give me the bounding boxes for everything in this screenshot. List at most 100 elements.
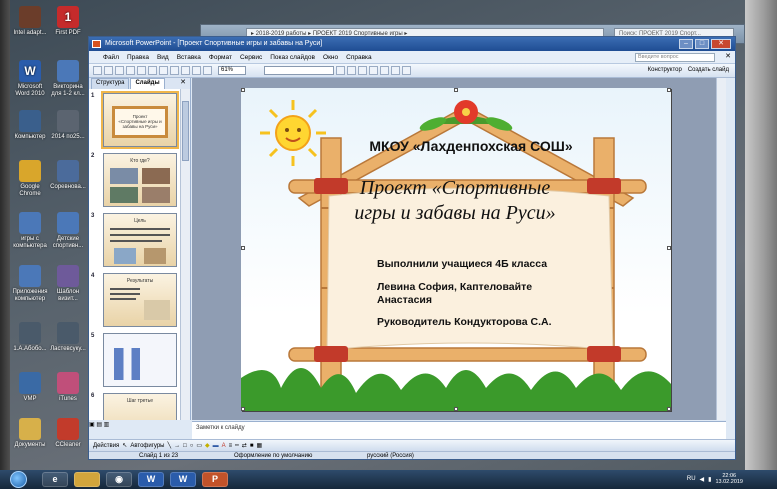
start-button[interactable] (10, 471, 27, 488)
slide-scrollbar[interactable] (716, 78, 726, 420)
pane-close-icon[interactable]: ✕ (180, 78, 186, 86)
menu-tools[interactable]: Сервис (240, 54, 262, 61)
menu-insert[interactable]: Вставка (177, 54, 201, 61)
network-icon[interactable]: ▮ (708, 476, 711, 483)
desktop-icon[interactable]: iTunes (48, 372, 88, 403)
slide-thumbnail[interactable] (103, 333, 177, 387)
print-icon[interactable] (126, 66, 135, 75)
slide-thumbnail[interactable]: Проект «Спортивные игры и забавы на Руси… (101, 91, 179, 149)
desktop-icon[interactable]: CCleaner (48, 418, 88, 449)
desktop-icon[interactable]: W Microsoft Word 2010 (10, 60, 50, 98)
menu-help[interactable]: Справка (346, 54, 372, 61)
autoshapes-menu[interactable]: Автофигуры (130, 443, 164, 449)
window-titlebar[interactable]: Microsoft PowerPoint - [Проект Спортивны… (89, 37, 735, 51)
font-color-icon[interactable]: A (222, 443, 226, 449)
menu-slideshow[interactable]: Показ слайдов (270, 54, 315, 61)
menu-window[interactable]: Окно (323, 54, 338, 61)
thumbnails-scrollbar[interactable] (180, 89, 190, 420)
maximize-button[interactable]: □ (695, 39, 709, 49)
new-slide-button[interactable]: Создать слайд (688, 67, 729, 73)
desktop-icon[interactable]: Ластевсуку... (48, 322, 88, 353)
word-taskbar-icon-2[interactable]: W (170, 472, 196, 487)
arrow-style-icon[interactable]: ⇄ (242, 442, 247, 449)
slide-thumbnail[interactable]: Цель (103, 213, 177, 267)
preview-icon[interactable] (137, 66, 146, 75)
desktop-icon[interactable]: Документы (10, 418, 50, 449)
slide-thumbnail[interactable]: Кто где? (103, 153, 177, 207)
dash-style-icon[interactable]: ┅ (235, 442, 239, 449)
copy-icon[interactable] (159, 66, 168, 75)
help-question-input[interactable]: Введите вопрос (635, 53, 715, 62)
zoom-select[interactable]: 61% (218, 66, 246, 75)
3d-icon[interactable]: ▦ (256, 442, 262, 449)
word-taskbar-icon[interactable]: W (138, 472, 164, 487)
align-left-icon[interactable] (369, 66, 378, 75)
open-icon[interactable] (104, 66, 113, 75)
desktop-icon[interactable]: 1.A.Aбобо... (10, 322, 50, 353)
ie-icon[interactable]: e (42, 472, 68, 487)
desktop-icon[interactable]: Intel adapt... (10, 6, 50, 37)
textbox-icon[interactable]: ▭ (196, 442, 202, 449)
close-button[interactable]: ✕ (711, 39, 731, 49)
fill-color-icon[interactable]: ◆ (205, 442, 210, 449)
slide-project-title[interactable]: Проект «Спортивные игры и забавы на Руси… (325, 176, 585, 226)
desktop-icon[interactable]: Приложения компьютер (10, 265, 50, 303)
menu-format[interactable]: Формат (209, 54, 232, 61)
underline-icon[interactable] (358, 66, 367, 75)
new-icon[interactable] (93, 66, 102, 75)
desktop-icon[interactable]: 1 First PDF (48, 6, 88, 37)
slide-school-name[interactable]: МКОУ «Лахденпохская СОШ» (341, 138, 601, 154)
volume-icon[interactable]: ◀ (700, 476, 705, 483)
slide-thumbnail[interactable]: Результаты (103, 273, 177, 327)
arrow-icon[interactable]: → (174, 443, 180, 449)
view-buttons[interactable]: ▣ ▤ ▥ (89, 421, 191, 429)
desktop-icon[interactable]: Детские спортивн... (48, 212, 88, 250)
desktop-icon[interactable]: Google Chrome (10, 160, 50, 198)
chart-icon[interactable] (192, 66, 201, 75)
selection-handle[interactable] (241, 88, 245, 92)
line-color-icon[interactable]: ▬ (213, 443, 219, 449)
desktop-icon[interactable]: Викторина для 1-2 кл... (48, 60, 88, 98)
shadow-icon[interactable]: ■ (250, 443, 254, 449)
bold-icon[interactable] (336, 66, 345, 75)
font-name-select[interactable] (264, 66, 334, 75)
menu-edit[interactable]: Правка (127, 54, 149, 61)
selection-handle[interactable] (667, 246, 671, 250)
desktop-icon[interactable]: Шаблон визит... (48, 265, 88, 303)
notes-pane[interactable]: Заметки к слайду (192, 421, 726, 439)
pointer-icon[interactable]: ↖ (122, 442, 127, 449)
slide-students-line[interactable]: Выполнили учащиеся 4Б класса (377, 258, 547, 271)
minimize-button[interactable]: – (679, 39, 693, 49)
doc-close-icon[interactable]: ✕ (725, 52, 731, 60)
desktop-icon[interactable]: Соревнова... (48, 160, 88, 191)
font-color-icon[interactable] (402, 66, 411, 75)
rectangle-icon[interactable]: □ (183, 443, 187, 449)
powerpoint-taskbar-icon[interactable]: P (202, 472, 228, 487)
undo-icon[interactable] (181, 66, 190, 75)
slide-thumbnail[interactable]: Шаг третье (103, 393, 177, 420)
actions-menu[interactable]: Действия (93, 443, 119, 449)
align-right-icon[interactable] (391, 66, 400, 75)
menu-file[interactable]: Файл (103, 54, 119, 61)
selection-handle[interactable] (241, 246, 245, 250)
desktop-icon[interactable]: VMP (10, 372, 50, 403)
language-indicator[interactable]: RU (687, 476, 696, 482)
line-style-icon[interactable]: ≡ (229, 443, 233, 449)
table-icon[interactable] (203, 66, 212, 75)
italic-icon[interactable] (347, 66, 356, 75)
selection-handle[interactable] (241, 407, 245, 411)
selection-handle[interactable] (454, 88, 458, 92)
slide-names-line2[interactable]: Анастасия (377, 294, 432, 307)
chrome-icon[interactable]: ◉ (106, 472, 132, 487)
menu-view[interactable]: Вид (157, 54, 169, 61)
cut-icon[interactable] (148, 66, 157, 75)
explorer-icon[interactable] (74, 472, 100, 487)
desktop-icon[interactable]: Компьютер (10, 110, 50, 141)
desktop-icon[interactable]: игры с компьютера (10, 212, 50, 250)
desktop-icon[interactable]: 2014 по25... (48, 110, 88, 141)
line-icon[interactable]: ╲ (167, 442, 171, 449)
selection-handle[interactable] (667, 88, 671, 92)
designer-button[interactable]: Конструктор (648, 67, 682, 73)
selection-handle[interactable] (454, 407, 458, 411)
clock[interactable]: 22:06 13.02.2019 (715, 473, 743, 485)
